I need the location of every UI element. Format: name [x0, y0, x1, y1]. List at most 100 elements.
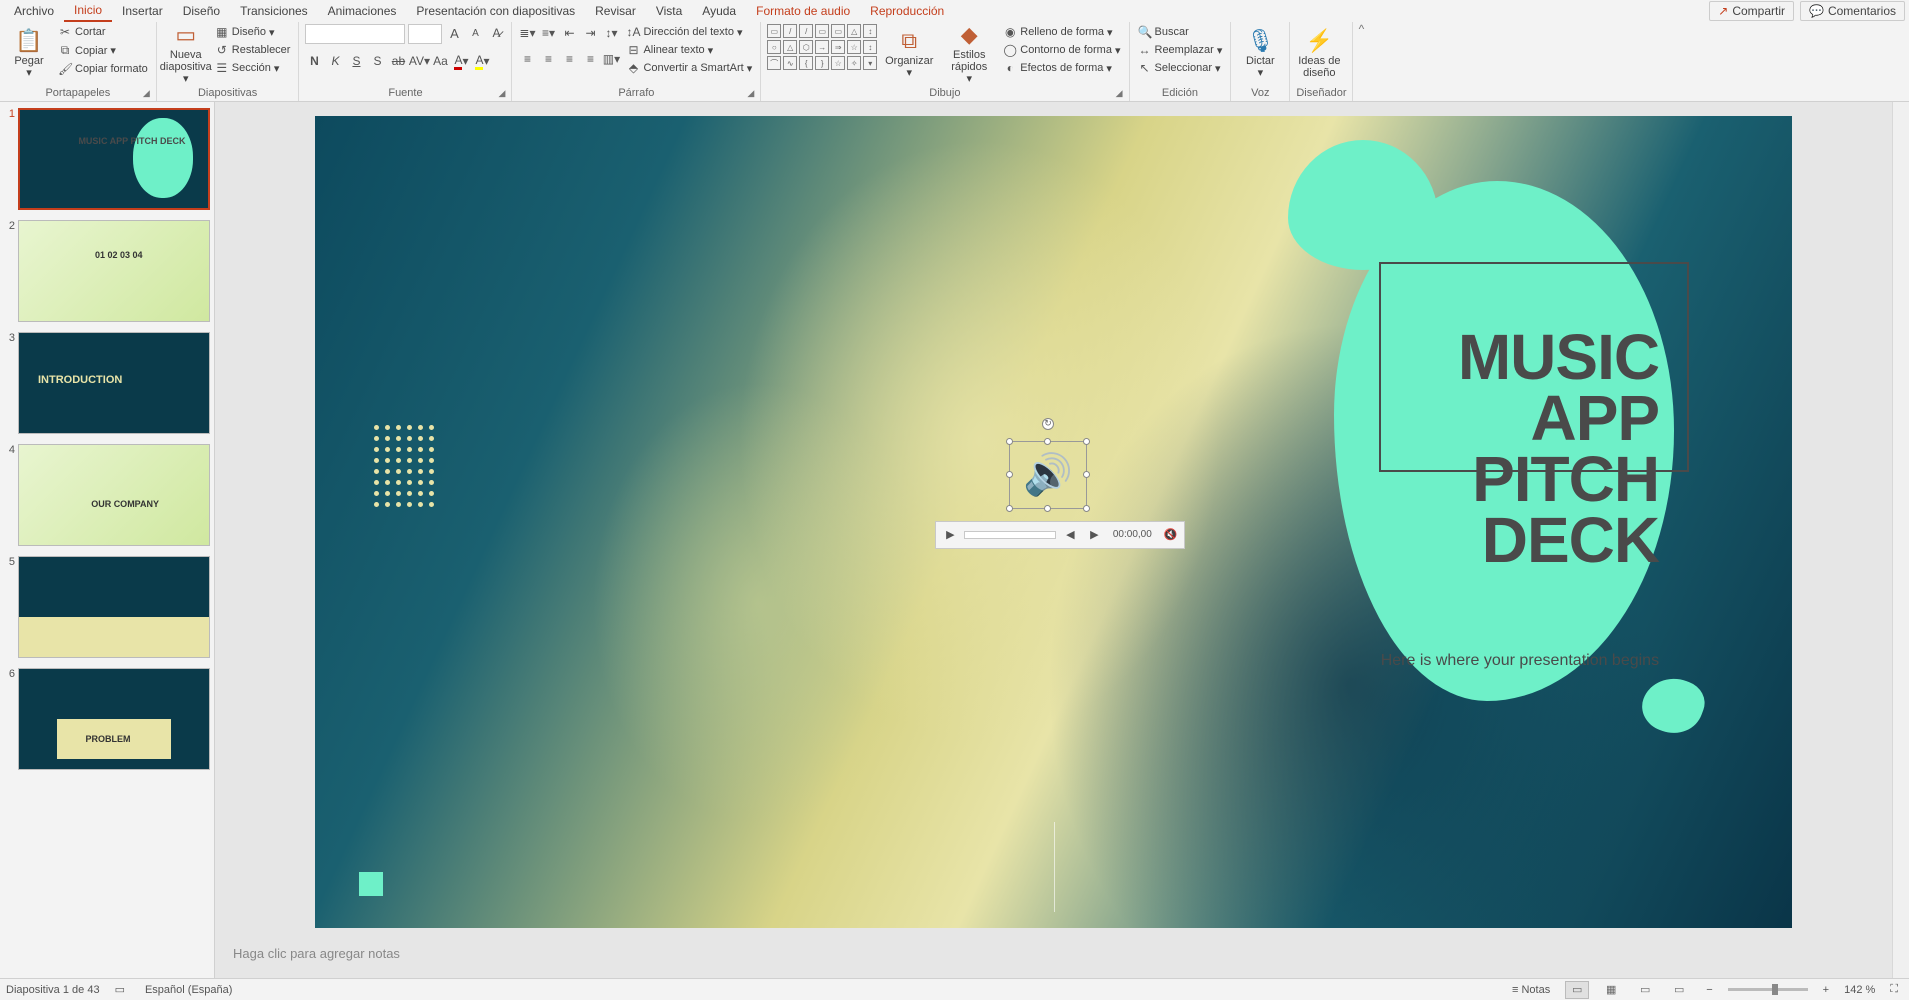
tab-playback[interactable]: Reproducción: [860, 1, 954, 21]
accessibility-button[interactable]: ▭: [110, 981, 130, 998]
resize-handle[interactable]: [1044, 505, 1051, 512]
decrease-font-button[interactable]: A: [466, 24, 484, 42]
fit-window-button[interactable]: ⛶: [1885, 981, 1903, 998]
notes-toggle[interactable]: ≡ Notas: [1507, 982, 1555, 998]
design-ideas-button[interactable]: ⚡Ideas de diseño: [1296, 24, 1342, 84]
zoom-in-button[interactable]: +: [1818, 982, 1834, 998]
font-size-input[interactable]: [408, 24, 442, 44]
notes-placeholder[interactable]: Haga clic para agregar notas: [227, 942, 1880, 970]
align-justify-button[interactable]: ≡: [581, 50, 599, 68]
copy-button[interactable]: ⧉Copiar ▾: [56, 42, 150, 59]
share-button[interactable]: ↗Compartir: [1709, 1, 1794, 21]
language-button[interactable]: Español (España): [140, 982, 237, 998]
slide-subtitle[interactable]: Here is where your presentation begins: [1339, 652, 1659, 670]
arrange-button[interactable]: ⧉Organizar▾: [881, 24, 937, 84]
reading-view-button[interactable]: ▭: [1633, 981, 1657, 999]
sorter-view-button[interactable]: ▦: [1599, 981, 1623, 999]
tab-view[interactable]: Vista: [646, 1, 692, 21]
comments-button[interactable]: 💬Comentarios: [1800, 1, 1905, 21]
quick-styles-button[interactable]: ◆Estilos rápidos▾: [941, 24, 997, 84]
align-right-button[interactable]: ≡: [560, 50, 578, 68]
spacing-button[interactable]: AV▾: [410, 52, 428, 70]
resize-handle[interactable]: [1083, 505, 1090, 512]
text-direction-button[interactable]: ↕ADirección del texto ▾: [624, 24, 754, 40]
drawing-launcher[interactable]: ◢: [1116, 88, 1123, 99]
slideshow-view-button[interactable]: ▭: [1667, 981, 1691, 999]
shapes-gallery[interactable]: ▭//▭▭△↕ ○△⬡→⇒☆↕ ⌒∿{}☆✧▾: [767, 24, 877, 70]
cut-button[interactable]: ✂Cortar: [56, 24, 150, 40]
paste-button[interactable]: 📋Pegar▾: [6, 24, 52, 84]
format-painter-button[interactable]: 🖌Copiar formato: [56, 61, 150, 77]
zoom-level[interactable]: 142 %: [1844, 984, 1875, 996]
prev-button[interactable]: ◀: [1060, 525, 1080, 545]
font-launcher[interactable]: ◢: [499, 88, 506, 99]
tab-slideshow[interactable]: Presentación con diapositivas: [406, 1, 585, 21]
align-center-button[interactable]: ≡: [539, 50, 557, 68]
new-slide-button[interactable]: ▭Nueva diapositiva▾: [163, 24, 209, 84]
vertical-scrollbar[interactable]: [1892, 102, 1909, 978]
slide-thumbnail-3[interactable]: INTRODUCTION: [18, 332, 210, 434]
rotate-handle[interactable]: [1042, 418, 1054, 430]
slide-title[interactable]: MUSIC APP PITCH DECK: [1359, 327, 1659, 570]
reset-button[interactable]: ↺Restablecer: [213, 42, 293, 58]
indent-less-button[interactable]: ⇤: [560, 24, 578, 42]
tab-home[interactable]: Inicio: [64, 0, 112, 22]
slide-editor[interactable]: MUSIC APP PITCH DECK Here is where your …: [215, 102, 1892, 978]
dictate-button[interactable]: 🎙Dictar▾: [1237, 24, 1283, 84]
slide-thumbnail-2[interactable]: 01 02 03 04: [18, 220, 210, 322]
shape-outline-button[interactable]: ◯Contorno de forma ▾: [1001, 42, 1122, 58]
slide-thumbnail-1[interactable]: MUSIC APP PITCH DECK: [18, 108, 210, 210]
bold-button[interactable]: N: [305, 52, 323, 70]
audio-track[interactable]: [964, 531, 1056, 539]
clipboard-launcher[interactable]: ◢: [143, 88, 150, 99]
shadow-button[interactable]: S: [368, 52, 386, 70]
tab-audio-format[interactable]: Formato de audio: [746, 1, 860, 21]
play-button[interactable]: ▶: [940, 525, 960, 545]
replace-button[interactable]: ↔Reemplazar ▾: [1136, 42, 1225, 58]
tab-help[interactable]: Ayuda: [692, 1, 746, 21]
shape-effects-button[interactable]: ◐Efectos de forma ▾: [1001, 60, 1122, 76]
align-text-button[interactable]: ⊟Alinear texto ▾: [624, 42, 754, 58]
zoom-out-button[interactable]: −: [1701, 982, 1717, 998]
bullets-button[interactable]: ≣▾: [518, 24, 536, 42]
tab-file[interactable]: Archivo: [4, 1, 64, 21]
collapse-ribbon-button[interactable]: ^: [1353, 22, 1369, 101]
font-name-input[interactable]: [305, 24, 405, 44]
resize-handle[interactable]: [1044, 438, 1051, 445]
section-button[interactable]: ☰Sección ▾: [213, 60, 293, 76]
tab-design[interactable]: Diseño: [173, 1, 230, 21]
align-left-button[interactable]: ≡: [518, 50, 536, 68]
smartart-button[interactable]: ⬘Convertir a SmartArt ▾: [624, 60, 754, 76]
numbering-button[interactable]: ≡▾: [539, 24, 557, 42]
resize-handle[interactable]: [1083, 438, 1090, 445]
layout-button[interactable]: ▦Diseño ▾: [213, 24, 293, 40]
tab-transitions[interactable]: Transiciones: [230, 1, 318, 21]
zoom-slider[interactable]: [1728, 988, 1808, 991]
highlight-button[interactable]: A▾: [473, 52, 491, 70]
mute-button[interactable]: 🔇: [1160, 525, 1180, 545]
underline-button[interactable]: S: [347, 52, 365, 70]
resize-handle[interactable]: [1006, 471, 1013, 478]
resize-handle[interactable]: [1006, 438, 1013, 445]
clear-format-button[interactable]: A̷: [487, 24, 505, 42]
tab-insert[interactable]: Insertar: [112, 1, 173, 21]
resize-handle[interactable]: [1006, 505, 1013, 512]
slide-thumbnail-4[interactable]: OUR COMPANY: [18, 444, 210, 546]
find-button[interactable]: 🔍Buscar: [1136, 24, 1225, 40]
resize-handle[interactable]: [1083, 471, 1090, 478]
normal-view-button[interactable]: ▭: [1565, 981, 1589, 999]
paragraph-launcher[interactable]: ◢: [747, 88, 754, 99]
slide-thumbnail-panel[interactable]: 1 MUSIC APP PITCH DECK 2 01 02 03 04 3 I…: [0, 102, 215, 978]
strike-button[interactable]: ab: [389, 52, 407, 70]
font-color-button[interactable]: A▾: [452, 52, 470, 70]
slide-canvas[interactable]: MUSIC APP PITCH DECK Here is where your …: [315, 116, 1792, 928]
columns-button[interactable]: ▥▾: [602, 50, 620, 68]
tab-animations[interactable]: Animaciones: [318, 1, 407, 21]
zoom-thumb[interactable]: [1772, 984, 1778, 995]
italic-button[interactable]: K: [326, 52, 344, 70]
increase-font-button[interactable]: A: [445, 24, 463, 42]
next-button[interactable]: ▶: [1084, 525, 1104, 545]
select-button[interactable]: ↖Seleccionar ▾: [1136, 60, 1225, 76]
line-spacing-button[interactable]: ↕▾: [602, 24, 620, 42]
audio-object-selected[interactable]: 🔊: [1009, 441, 1087, 509]
